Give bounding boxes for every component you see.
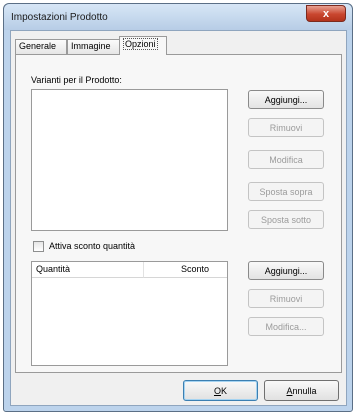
- variants-add-button[interactable]: Aggiungi...: [248, 90, 324, 109]
- column-header-quantita[interactable]: Quantità: [32, 262, 144, 278]
- tab-panel-opzioni: Varianti per il Prodotto: Aggiungi... Ri…: [15, 54, 342, 373]
- ok-button[interactable]: OK: [183, 380, 258, 401]
- window-title: Impostazioni Prodotto: [11, 12, 108, 23]
- variants-move-up-button[interactable]: Sposta sopra: [248, 182, 324, 201]
- tab-generale[interactable]: Generale: [15, 39, 67, 54]
- dialog-client-area: Generale Immagine Opzioni Varianti per i…: [10, 30, 347, 406]
- tab-opzioni[interactable]: Opzioni: [119, 36, 167, 55]
- discount-table[interactable]: Quantità Sconto: [31, 261, 228, 366]
- tab-immagine-label: Immagine: [71, 41, 111, 51]
- variants-edit-button[interactable]: Modifica: [248, 150, 324, 169]
- ok-accel: O: [213, 385, 221, 396]
- dialog-window: Impostazioni Prodotto x Generale Immagin…: [3, 3, 353, 412]
- cancel-label: nnulla: [292, 385, 317, 396]
- variants-label: Varianti per il Prodotto:: [31, 75, 122, 85]
- discount-edit-button[interactable]: Modifica...: [248, 317, 324, 336]
- discount-checkbox[interactable]: [33, 241, 44, 252]
- title-bar[interactable]: Impostazioni Prodotto x: [4, 4, 352, 30]
- discount-add-button[interactable]: Aggiungi...: [248, 261, 324, 280]
- discount-checkbox-label[interactable]: Attiva sconto quantità: [49, 241, 135, 251]
- discount-remove-button[interactable]: Rimuovi: [248, 289, 324, 308]
- close-icon: x: [322, 7, 330, 20]
- variants-move-down-button[interactable]: Sposta sotto: [248, 210, 324, 229]
- variants-remove-button[interactable]: Rimuovi: [248, 118, 324, 137]
- tab-immagine[interactable]: Immagine: [67, 39, 121, 54]
- tab-generale-label: Generale: [19, 41, 57, 51]
- cancel-button[interactable]: Annulla: [264, 380, 339, 401]
- close-button[interactable]: x: [306, 5, 346, 22]
- column-header-sconto[interactable]: Sconto: [144, 262, 227, 278]
- tab-opzioni-label: Opzioni: [123, 38, 158, 50]
- variants-list[interactable]: [31, 89, 228, 231]
- ok-label: K: [221, 385, 228, 396]
